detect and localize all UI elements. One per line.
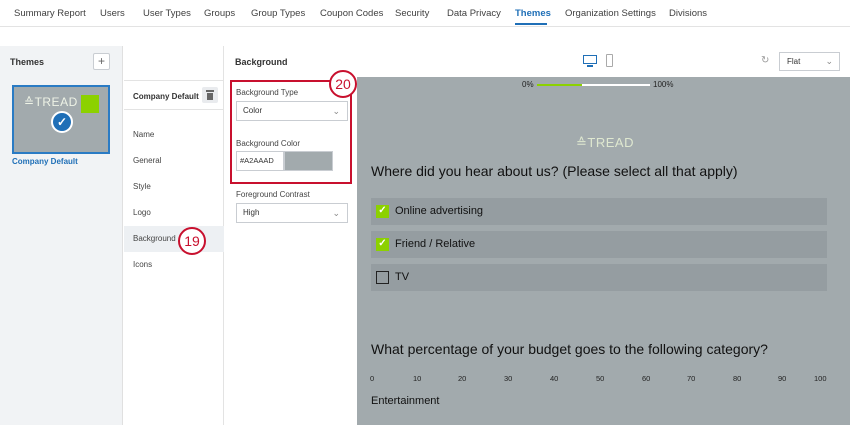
- chevron-down-icon: ⌄: [332, 208, 340, 218]
- settings-item-logo[interactable]: Logo: [124, 200, 224, 226]
- scale-tick: 50: [596, 374, 605, 383]
- background-color-swatch[interactable]: [284, 151, 333, 171]
- preview-toolbar: ↻ Flat ⌄: [357, 46, 850, 77]
- progress-start-label: 0%: [522, 80, 534, 89]
- add-theme-button[interactable]: +: [93, 53, 110, 70]
- foreground-contrast-select[interactable]: High ⌄: [236, 203, 348, 223]
- scale-tick: 70: [687, 374, 696, 383]
- refresh-icon[interactable]: ↻: [761, 55, 769, 66]
- settings-item-general[interactable]: General: [124, 148, 224, 174]
- themes-title: Themes: [10, 57, 45, 67]
- question-2: What percentage of your budget goes to t…: [371, 341, 768, 357]
- settings-item-name[interactable]: Name: [124, 122, 224, 148]
- tab-groups[interactable]: Groups: [204, 8, 235, 19]
- tab-users[interactable]: Users: [100, 8, 125, 19]
- background-type-select[interactable]: Color ⌄: [236, 101, 348, 121]
- checkbox-icon[interactable]: [376, 271, 389, 284]
- survey-preview: 0% 100% ≙TREAD Where did you hear about …: [357, 77, 850, 425]
- choice-friend-relative[interactable]: ✓ Friend / Relative: [371, 231, 827, 258]
- theme-name[interactable]: Company Default: [12, 157, 78, 166]
- themes-panel: Themes + ≙TREAD ✓ Company Default: [0, 46, 123, 425]
- thumbnail-color-swatch: [81, 95, 99, 113]
- desktop-view-icon[interactable]: [583, 55, 597, 67]
- tab-security[interactable]: Security: [395, 8, 429, 19]
- foreground-contrast-value: High: [243, 208, 260, 217]
- settings-item-style[interactable]: Style: [124, 174, 224, 200]
- scale-tick: 0: [370, 374, 375, 383]
- tab-divisions[interactable]: Divisions: [669, 8, 707, 19]
- active-tab-indicator: [515, 23, 547, 25]
- scale-tick: 90: [778, 374, 787, 383]
- choice-label: Online advertising: [395, 205, 484, 217]
- progress-end-label: 100%: [653, 80, 674, 89]
- checkbox-checked-icon[interactable]: ✓: [376, 238, 389, 251]
- theme-header: Company Default: [124, 80, 224, 110]
- theme-header-title: Company Default: [133, 92, 199, 101]
- tab-user-types[interactable]: User Types: [143, 8, 191, 19]
- scale-tick: 100: [814, 374, 827, 383]
- checkbox-checked-icon[interactable]: ✓: [376, 205, 389, 218]
- step-badge-20: 20: [329, 70, 357, 98]
- settings-item-icons[interactable]: Icons: [124, 252, 224, 278]
- settings-item-background[interactable]: Background: [124, 226, 224, 252]
- theme-thumbnail[interactable]: ≙TREAD ✓: [12, 85, 110, 154]
- choice-online-advertising[interactable]: ✓ Online advertising: [371, 198, 827, 225]
- progress-bar: [537, 84, 650, 86]
- progress-bar-fill: [537, 84, 583, 86]
- scale-tick: 30: [504, 374, 513, 383]
- tab-organization-settings[interactable]: Organization Settings: [565, 8, 656, 19]
- view-mode-value: Flat: [787, 57, 801, 66]
- scale-tick: 80: [733, 374, 742, 383]
- thumbnail-logo: ≙TREAD: [24, 95, 78, 109]
- view-mode-select[interactable]: Flat ⌄: [779, 52, 840, 71]
- chevron-down-icon: ⌄: [332, 106, 340, 116]
- question-1: Where did you hear about us? (Please sel…: [371, 163, 738, 179]
- background-type-label: Background Type: [236, 88, 299, 97]
- tab-group-types[interactable]: Group Types: [251, 8, 305, 19]
- top-nav: Summary Report Users User Types Groups G…: [0, 0, 850, 27]
- choice-label: Friend / Relative: [395, 238, 476, 250]
- choice-label: TV: [395, 271, 410, 283]
- scale-tick: 40: [550, 374, 559, 383]
- step-badge-19: 19: [178, 227, 206, 255]
- scale-tick: 20: [458, 374, 467, 383]
- theme-settings-nav: Company Default Name General Style Logo …: [124, 46, 224, 425]
- scale-tick: 60: [642, 374, 651, 383]
- survey-logo: ≙TREAD: [576, 135, 634, 150]
- foreground-contrast-label: Foreground Contrast: [236, 190, 310, 199]
- scale-tick: 10: [413, 374, 422, 383]
- background-color-hex-input[interactable]: #A2AAAD: [236, 151, 284, 171]
- background-settings: Background Background Type Color ⌄ Backg…: [225, 46, 357, 425]
- tab-themes[interactable]: Themes: [515, 8, 551, 19]
- trash-icon[interactable]: [202, 87, 218, 103]
- tab-summary-report[interactable]: Summary Report: [14, 8, 86, 19]
- mobile-view-icon[interactable]: [606, 54, 613, 67]
- tab-data-privacy[interactable]: Data Privacy: [447, 8, 501, 19]
- choice-tv[interactable]: TV: [371, 264, 827, 291]
- slider-row-label: Entertainment: [371, 395, 440, 407]
- selected-check-icon: ✓: [51, 111, 73, 133]
- background-color-label: Background Color: [236, 139, 301, 148]
- tab-coupon-codes[interactable]: Coupon Codes: [320, 8, 383, 19]
- chevron-down-icon: ⌄: [825, 56, 833, 66]
- background-title: Background: [235, 57, 288, 67]
- background-type-value: Color: [243, 106, 263, 115]
